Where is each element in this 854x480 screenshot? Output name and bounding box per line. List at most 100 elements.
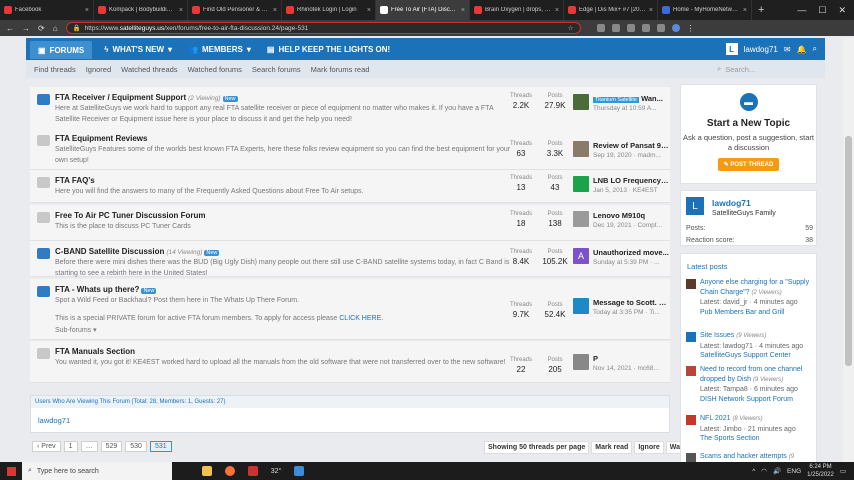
search-icon[interactable]: ⌕ (813, 44, 817, 54)
forum-last-post[interactable]: Lenovo M910q Dec 19, 2021 · Compt... (573, 211, 670, 229)
start-button[interactable] (0, 462, 22, 480)
last-post-title-text[interactable]: Lenovo M910q (593, 211, 645, 220)
browser-tab[interactable]: Brain Oxygen | drops, switch...× (470, 0, 564, 20)
forum-last-post[interactable]: Titanium Satellite Wan... Thursday at 10:… (573, 94, 670, 112)
last-post-title-text[interactable]: P (593, 354, 598, 363)
post-thread-button[interactable]: ✎ POST THREAD (717, 158, 780, 171)
avatar[interactable] (686, 332, 696, 342)
close-icon[interactable]: × (649, 7, 653, 14)
last-post-avatar[interactable] (573, 298, 589, 314)
pagination-ellipsis[interactable]: … (80, 441, 98, 452)
subnav-search-forums[interactable]: Search forums (252, 65, 301, 74)
volume-icon[interactable]: 🔊 (773, 467, 781, 475)
back-icon[interactable]: ← (6, 24, 14, 33)
search-input[interactable]: ⌕ Search... (717, 63, 817, 76)
forum-title-text[interactable]: FTA FAQ's (55, 176, 95, 185)
wifi-icon[interactable]: ◠ (761, 467, 767, 475)
home-icon[interactable]: ⌂ (53, 24, 58, 33)
forum-title[interactable]: C-BAND Satellite Discussion (14 Viewing) N… (55, 247, 515, 256)
taskbar-weather[interactable]: 32° (266, 462, 286, 480)
last-post-avatar[interactable] (573, 211, 589, 227)
ignore-button[interactable]: Ignore (634, 441, 664, 454)
browser-tab[interactable]: Facebook × (0, 0, 94, 20)
last-post-title[interactable]: P (593, 354, 659, 363)
last-post-title[interactable]: Lenovo M910q (593, 211, 662, 220)
clock[interactable]: 6:24 PM 1/25/2022 (807, 463, 834, 479)
last-post-title-text[interactable]: LNB LO Frequency - ... (593, 176, 670, 185)
close-icon[interactable]: × (273, 7, 277, 14)
taskbar-app-firefox[interactable] (220, 462, 240, 480)
reload-icon[interactable]: ⟳ (38, 24, 45, 33)
forum-row[interactable]: FTA - Whats up there? New Spot a Wild Feed… (30, 279, 670, 340)
last-post-title[interactable]: Review of Pansat 95... (593, 141, 670, 150)
forum-title[interactable]: Free To Air PC Tuner Discussion Forum (55, 211, 515, 220)
last-post-title-text[interactable]: Unauthorized move... (593, 248, 669, 257)
extension-icon[interactable] (611, 24, 620, 32)
close-icon[interactable]: × (85, 7, 89, 14)
forum-row[interactable]: FTA Equipment Reviews SatelliteGuys Featu… (30, 128, 670, 170)
last-post-title[interactable]: Message to Scott. D... (593, 298, 670, 307)
extension-icon[interactable] (626, 24, 635, 32)
bell-icon[interactable]: 🔔 (797, 45, 807, 54)
forum-last-post[interactable]: A Unauthorized move... Sunday at 5:39 PM ·… (573, 248, 670, 266)
forum-row[interactable]: FTA FAQ's Here you will find the answers … (30, 170, 670, 203)
forum-last-post[interactable]: Review of Pansat 95... Sep 19, 2020 · mad… (573, 141, 670, 159)
forum-row[interactable]: Free To Air PC Tuner Discussion Forum Thi… (30, 205, 670, 241)
threads-per-page-button[interactable]: Showing 50 threads per page (484, 441, 590, 454)
latest-post-forum[interactable]: Pub Members Bar and Grill (700, 308, 814, 318)
last-post-avatar[interactable] (573, 354, 589, 370)
forum-title-text[interactable]: FTA Manuals Section (55, 347, 135, 356)
last-post-avatar[interactable] (573, 141, 589, 157)
last-post-title[interactable]: Unauthorized move... (593, 248, 669, 257)
new-tab-button[interactable]: + (752, 0, 770, 20)
menu-kebab-icon[interactable]: ⋮ (687, 24, 695, 33)
profile-icon[interactable] (671, 24, 680, 32)
forum-title[interactable]: FTA FAQ's (55, 176, 515, 185)
forum-title[interactable]: FTA Receiver / Equipment Support (2 Viewi… (55, 93, 515, 102)
close-icon[interactable]: × (179, 7, 183, 14)
latest-post-item[interactable]: Anyone else charging for a "Supply Chain… (686, 278, 814, 317)
account-menu[interactable]: L lawdog71 ✉ 🔔 ⌕ (725, 43, 825, 55)
latest-post-title[interactable]: NFL 2021 (700, 415, 730, 422)
subnav-mark-forums-read[interactable]: Mark forums read (311, 65, 370, 74)
pagination-page[interactable]: 1 (63, 441, 78, 452)
forum-last-post[interactable]: LNB LO Frequency - ... Jan 5, 2013 · KE4E… (573, 176, 670, 194)
extension-icon[interactable] (641, 24, 650, 32)
last-post-title-text[interactable]: Message to Scott. D... (593, 298, 670, 307)
latest-post-title[interactable]: Need to record from one channel dropped … (700, 366, 802, 383)
nav-tab-help[interactable]: ▤ HELP KEEP THE LIGHTS ON! (259, 38, 398, 60)
bookmark-star-icon[interactable]: ☆ (568, 24, 574, 32)
avatar[interactable] (686, 415, 696, 425)
browser-tab[interactable]: Home - MyHomeNetwork - YL...× (658, 0, 752, 20)
page-scrollbar[interactable] (843, 38, 854, 462)
profile-name[interactable]: lawdog71 (712, 198, 751, 208)
avatar[interactable] (686, 279, 696, 289)
taskbar-app-explorer[interactable] (197, 462, 217, 480)
forum-row[interactable]: FTA Manuals Section You wanted it, you go… (30, 341, 670, 383)
chevron-up-icon[interactable]: ^ (752, 468, 755, 475)
pagination-page[interactable]: 530 (125, 441, 147, 452)
close-icon[interactable]: × (461, 7, 465, 14)
viewing-user-link[interactable]: lawdog71 (31, 408, 669, 433)
last-post-title-text[interactable]: Review of Pansat 95... (593, 141, 670, 150)
pagination-page[interactable]: 529 (100, 441, 123, 452)
latest-post-item[interactable]: Site Issues (9 Viewers) Latest: lawdog71 … (686, 331, 814, 361)
subnav-find-threads[interactable]: Find threads (34, 65, 76, 74)
last-post-title-text[interactable]: Wan... (641, 94, 663, 103)
latest-post-title[interactable]: Scams and hacker attempts (700, 453, 787, 460)
forum-title-text[interactable]: FTA Equipment Reviews (55, 134, 147, 143)
last-post-avatar[interactable]: A (573, 248, 589, 264)
address-bar[interactable]: 🔒 https://www.satelliteguys.us/xen/forum… (65, 22, 581, 34)
extension-icon[interactable] (596, 24, 605, 32)
maximize-icon[interactable]: ☐ (818, 5, 826, 16)
browser-tab[interactable]: Kompack | Bodybuilding.com× (94, 0, 188, 20)
avatar[interactable] (686, 366, 696, 376)
browser-tab-active[interactable]: Free To Air (FTA) Discussion |× (376, 0, 470, 20)
close-icon[interactable]: × (367, 7, 371, 14)
taskbar-app-acrobat[interactable] (243, 462, 263, 480)
close-icon[interactable]: × (555, 7, 559, 14)
last-post-avatar[interactable] (573, 176, 589, 192)
latest-post-forum[interactable]: DISH Network Support Forum (700, 395, 814, 405)
close-icon[interactable]: × (743, 7, 747, 14)
subnav-watched-threads[interactable]: Watched threads (121, 65, 177, 74)
